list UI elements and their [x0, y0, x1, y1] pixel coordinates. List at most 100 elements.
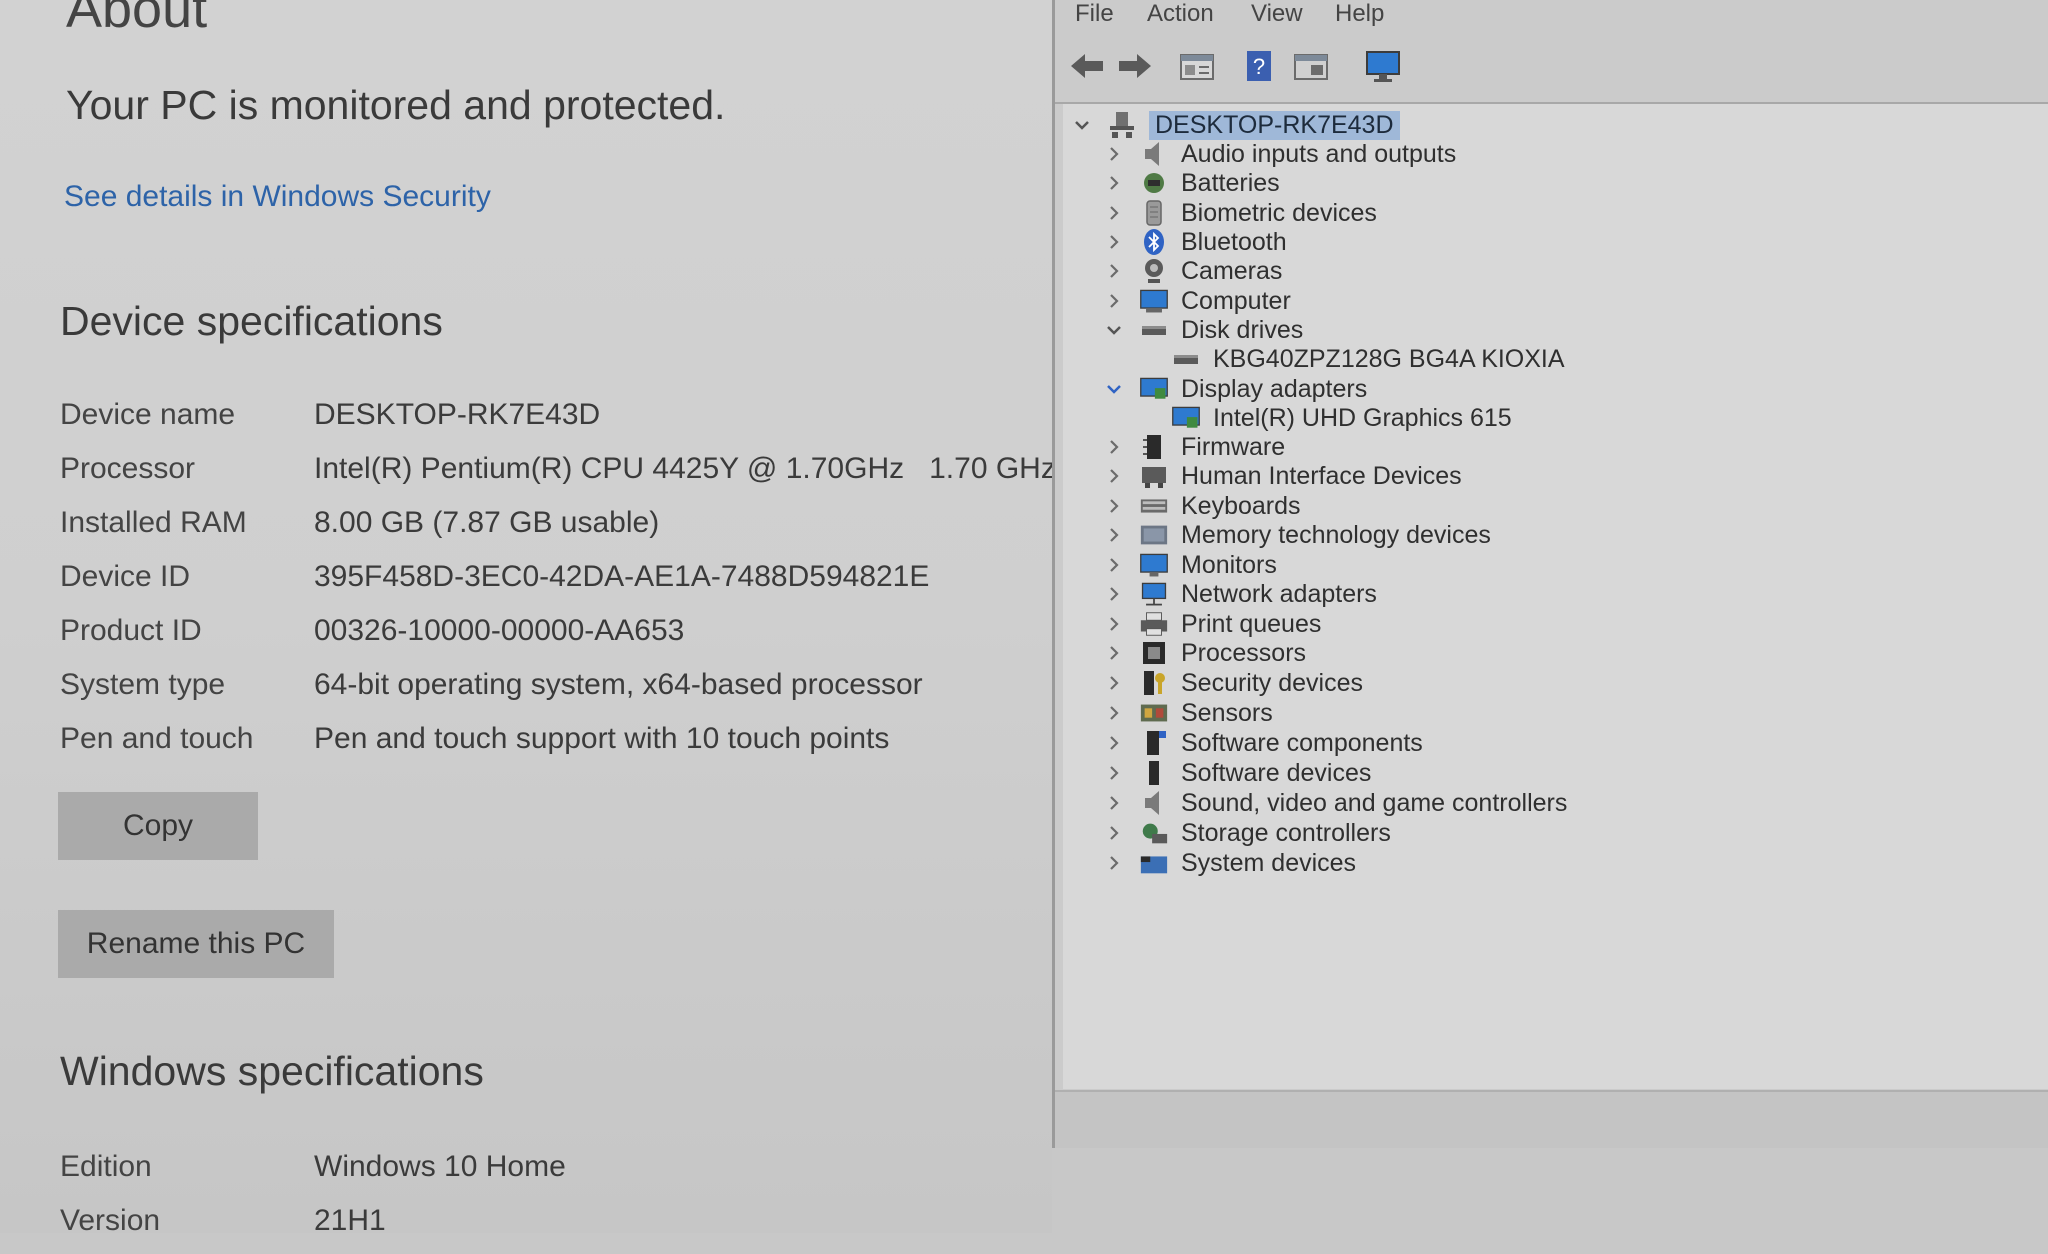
forward-arrow-icon[interactable] [1115, 46, 1155, 86]
tree-category[interactable]: Storage controllers [1103, 816, 1391, 850]
chevron-right-icon[interactable] [1103, 554, 1125, 576]
chevron-right-icon[interactable] [1103, 822, 1125, 844]
chevron-right-icon[interactable] [1103, 792, 1125, 814]
chevron-right-icon[interactable] [1103, 852, 1125, 874]
tree-category-label: Software devices [1181, 758, 1372, 787]
toolbar: ? [1055, 36, 2048, 104]
spec-value: 395F458D-3EC0-42DA-AE1A-7488D594821E [314, 560, 930, 593]
monitor-icon[interactable] [1363, 46, 1403, 86]
chevron-right-icon[interactable] [1103, 465, 1125, 487]
hid-icon [1139, 461, 1169, 491]
tree-category[interactable]: Software components [1103, 726, 1423, 760]
spec-value: 00326-10000-00000-AA653 [314, 614, 685, 647]
chevron-right-icon[interactable] [1103, 524, 1125, 546]
chevron-right-icon[interactable] [1103, 231, 1125, 253]
menu-file[interactable]: File [1075, 0, 1114, 28]
tree-category[interactable]: Memory technology devices [1103, 518, 1491, 552]
view-icon[interactable] [1291, 46, 1331, 86]
chevron-right-icon[interactable] [1103, 436, 1125, 458]
fingerprint-icon [1139, 198, 1169, 228]
tree-category[interactable]: Sensors [1103, 696, 1273, 730]
back-arrow-icon[interactable] [1067, 46, 1107, 86]
page-title: About [66, 0, 208, 39]
keyboard-icon [1139, 491, 1169, 521]
tree-category-label: Print queues [1181, 609, 1322, 638]
tree-category[interactable]: Batteries [1103, 166, 1280, 200]
tree-category[interactable]: Sound, video and game controllers [1103, 786, 1567, 820]
chevron-right-icon[interactable] [1103, 762, 1125, 784]
menu-help[interactable]: Help [1335, 0, 1384, 28]
chevron-right-icon[interactable] [1103, 702, 1125, 724]
spec-value: 8.00 GB (7.87 GB usable) [314, 506, 660, 539]
windows-security-link[interactable]: See details in Windows Security [64, 180, 491, 214]
menu-action[interactable]: Action [1147, 0, 1214, 28]
tree-category[interactable]: Software devices [1103, 756, 1371, 790]
computer-icon [1139, 286, 1169, 316]
tree-category-label: Keyboards [1181, 491, 1301, 520]
computer-network-icon [1107, 110, 1137, 140]
firmware-icon [1139, 432, 1169, 462]
tree-category-label: Audio inputs and outputs [1181, 139, 1457, 168]
tree-category-label: Computer [1181, 286, 1291, 315]
tree-category[interactable]: Cameras [1103, 254, 1282, 288]
spec-value: Windows 10 Home [314, 1150, 566, 1183]
monitor-icon [1139, 550, 1169, 580]
device-specifications-heading: Device specifications [60, 298, 443, 344]
chevron-down-icon[interactable] [1103, 378, 1125, 400]
spec-label: Processor [60, 452, 196, 485]
display-adapter-icon [1171, 403, 1201, 433]
chevron-down-icon[interactable] [1071, 114, 1093, 136]
tree-category-label: Network adapters [1181, 579, 1377, 608]
tree-category-label: Memory technology devices [1181, 520, 1491, 549]
menu-bar: File Action View Help [1055, 0, 2048, 34]
spec-label: Product ID [60, 614, 202, 647]
chevron-right-icon[interactable] [1103, 290, 1125, 312]
battery-icon [1139, 168, 1169, 198]
tree-category-label: Security devices [1181, 668, 1364, 697]
chevron-right-icon[interactable] [1103, 613, 1125, 635]
speaker-icon [1139, 139, 1169, 169]
chevron-right-icon[interactable] [1103, 495, 1125, 517]
chevron-right-icon[interactable] [1103, 143, 1125, 165]
software-component-icon [1139, 728, 1169, 758]
copy-button[interactable]: Copy [58, 792, 258, 860]
printer-icon [1139, 609, 1169, 639]
chevron-down-icon[interactable] [1103, 319, 1125, 341]
properties-icon[interactable] [1177, 46, 1217, 86]
tree-category-label: Human Interface Devices [1181, 461, 1462, 490]
chevron-right-icon[interactable] [1103, 642, 1125, 664]
bluetooth-icon [1139, 227, 1169, 257]
storage-controller-icon [1139, 818, 1169, 848]
rename-pc-button[interactable]: Rename this PC [58, 910, 334, 978]
tree-clip-edge [1063, 1053, 2048, 1089]
tree-root-label: DESKTOP-RK7E43D [1149, 110, 1400, 140]
tree-device[interactable]: KBG40ZPZ128G BG4A KIOXIA [1171, 342, 1565, 376]
tree-category[interactable]: Human Interface Devices [1103, 459, 1462, 493]
help-icon[interactable]: ? [1239, 46, 1279, 86]
tree-category-label: Batteries [1181, 168, 1280, 197]
chevron-right-icon[interactable] [1103, 672, 1125, 694]
spec-label: Installed RAM [60, 506, 247, 539]
status-bar [1055, 1090, 2048, 1148]
menu-view[interactable]: View [1251, 0, 1303, 28]
spec-label: Edition [60, 1150, 152, 1183]
tree-category[interactable]: Processors [1103, 636, 1306, 670]
chevron-right-icon[interactable] [1103, 202, 1125, 224]
tree-category-label: Sensors [1181, 698, 1273, 727]
tree-category[interactable]: Security devices [1103, 666, 1363, 700]
disk-icon [1139, 315, 1169, 345]
tree-category-label: Disk drives [1181, 315, 1304, 344]
chevron-right-icon[interactable] [1103, 260, 1125, 282]
spec-label: System type [60, 668, 226, 701]
chevron-right-icon[interactable] [1103, 732, 1125, 754]
camera-icon [1139, 256, 1169, 286]
tree-category[interactable]: Network adapters [1103, 577, 1377, 611]
tree-category[interactable]: System devices [1103, 846, 1356, 880]
tree-category-label: Cameras [1181, 256, 1283, 285]
chevron-right-icon[interactable] [1103, 172, 1125, 194]
tree-category-label: Storage controllers [1181, 818, 1391, 847]
chevron-right-icon[interactable] [1103, 583, 1125, 605]
device-tree[interactable]: DESKTOP-RK7E43D Audio inputs and outputs… [1063, 104, 2048, 1089]
system-device-icon [1139, 848, 1169, 878]
tree-category-label: Display adapters [1181, 374, 1368, 403]
